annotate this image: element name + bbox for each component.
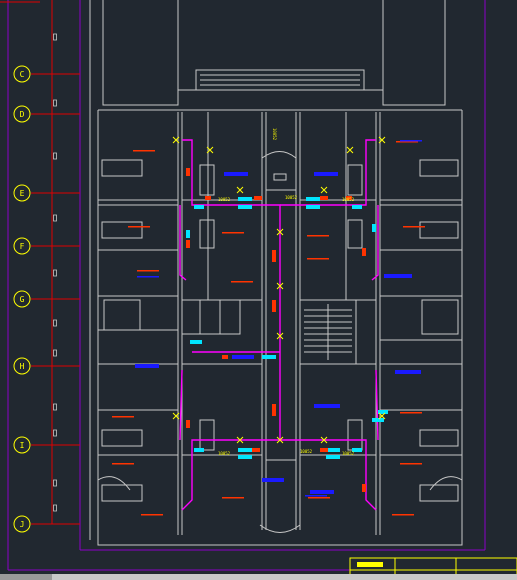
air-diffuser xyxy=(238,205,252,209)
axis-label: D xyxy=(20,110,25,119)
room-tag xyxy=(141,514,163,516)
room-tag xyxy=(222,497,244,499)
fire-damper xyxy=(272,404,276,416)
fan-coil-unit xyxy=(232,355,254,359)
fan-coil-unit xyxy=(224,172,248,176)
room-tag xyxy=(400,140,422,142)
axis-label: J xyxy=(20,520,25,529)
axis-label: I xyxy=(20,441,25,450)
air-diffuser xyxy=(238,455,252,459)
duct-label-upper-right: 10052 xyxy=(342,197,355,202)
room-tag xyxy=(307,258,329,260)
room-tag xyxy=(133,150,155,152)
cad-drawing-viewport[interactable]: C D E F G H I J 10052 10052 10052 10052 10052 1… xyxy=(0,0,517,580)
room-tag xyxy=(305,495,327,497)
axis-label: G xyxy=(20,295,25,304)
duct-label-vertical: 10052 xyxy=(272,128,277,141)
air-diffuser xyxy=(352,205,362,209)
axis-label: E xyxy=(20,189,25,198)
room-tag xyxy=(400,463,422,465)
drawing-background xyxy=(0,0,517,580)
room-tag xyxy=(112,463,134,465)
fan-coil-unit xyxy=(395,370,421,374)
room-tag xyxy=(392,514,414,516)
room-tag xyxy=(307,235,329,237)
air-diffuser xyxy=(262,355,276,359)
air-diffuser xyxy=(306,205,320,209)
fire-damper xyxy=(254,196,262,200)
fire-damper xyxy=(320,448,328,452)
fire-damper xyxy=(186,240,190,248)
air-diffuser xyxy=(194,205,204,209)
room-tag xyxy=(403,226,425,228)
fire-damper xyxy=(186,168,190,176)
air-diffuser xyxy=(238,448,252,452)
room-tag xyxy=(222,232,244,234)
fire-damper xyxy=(272,300,276,312)
fire-damper xyxy=(362,484,366,492)
axis-label: H xyxy=(20,362,25,371)
room-tag xyxy=(137,270,159,272)
model-tab-bar[interactable] xyxy=(0,574,517,580)
fan-coil-unit xyxy=(314,172,338,176)
fan-coil-unit xyxy=(135,364,159,368)
duct-label-lower-left: 10052 xyxy=(218,451,231,456)
fan-coil-unit xyxy=(314,404,340,408)
floor-plan-drawing[interactable]: C D E F G H I J 10052 10052 10052 10052 10052 1… xyxy=(0,0,517,580)
axis-label: F xyxy=(20,242,25,251)
air-diffuser xyxy=(372,224,376,232)
axis-label: C xyxy=(20,70,25,79)
model-tab[interactable] xyxy=(0,574,52,580)
fan-coil-unit xyxy=(310,490,334,494)
air-diffuser xyxy=(238,197,252,201)
air-diffuser xyxy=(326,455,340,459)
fire-damper xyxy=(272,250,276,262)
room-tag xyxy=(112,416,134,418)
fan-coil-unit xyxy=(262,478,284,482)
air-diffuser xyxy=(194,448,204,452)
duct-label-upper-mid: 10052 xyxy=(285,195,298,200)
fan-coil-unit xyxy=(384,274,412,278)
duct-label-lower-right: 10052 xyxy=(342,451,355,456)
air-diffuser xyxy=(186,230,190,238)
room-tag xyxy=(231,281,253,283)
air-diffuser xyxy=(372,418,384,422)
room-tag xyxy=(128,226,150,228)
fire-damper xyxy=(252,448,260,452)
duct-label-upper-left: 10052 xyxy=(218,197,231,202)
duct-label-lower-mid: 10052 xyxy=(300,449,313,454)
air-diffuser xyxy=(306,197,320,201)
fire-damper xyxy=(186,420,190,428)
fire-damper xyxy=(205,196,211,200)
room-tag xyxy=(308,497,330,499)
fire-damper xyxy=(362,248,366,256)
air-diffuser xyxy=(190,340,202,344)
fire-damper xyxy=(222,355,228,359)
air-diffuser xyxy=(326,448,340,452)
room-tag xyxy=(137,276,159,278)
fire-damper xyxy=(320,196,328,200)
room-tag xyxy=(400,412,422,414)
